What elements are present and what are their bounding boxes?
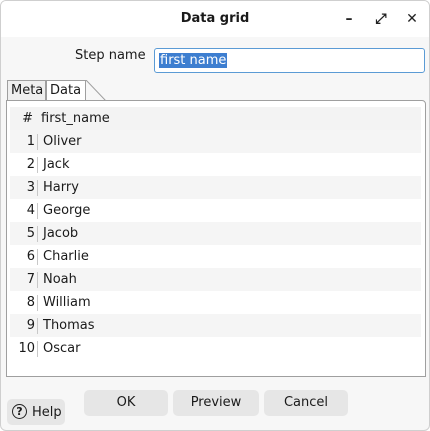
row-number: 2 [26, 157, 35, 172]
tab-meta[interactable]: Meta [7, 80, 46, 101]
table-row[interactable]: 3 Harry [10, 176, 421, 199]
table-row[interactable]: 8 William [10, 291, 421, 314]
close-icon[interactable]: ✕ [402, 9, 422, 29]
row-separator [37, 295, 38, 311]
data-grid: # first_name 1 Oliver 2 Jack 3 Harry 4 G… [10, 107, 421, 360]
row-separator [37, 272, 38, 288]
row-separator [37, 318, 38, 334]
cell-first-name[interactable]: George [43, 203, 90, 218]
row-number: 9 [26, 318, 35, 333]
row-separator [37, 203, 38, 219]
table-row[interactable]: 7 Noah [10, 268, 421, 291]
cell-first-name[interactable]: William [43, 295, 91, 310]
table-row[interactable]: 2 Jack [10, 153, 421, 176]
tab-slant-decoration [86, 80, 107, 101]
row-number: 1 [26, 134, 35, 149]
grid-header-row: # first_name [10, 107, 421, 130]
title-bar[interactable]: Data grid – ⤢ ✕ [1, 1, 429, 37]
ok-button[interactable]: OK [84, 390, 168, 416]
row-number: 5 [26, 226, 35, 241]
help-button-label: Help [32, 405, 62, 420]
table-row[interactable]: 9 Thomas [10, 314, 421, 337]
row-separator [37, 134, 38, 150]
step-name-value: first name [159, 53, 228, 68]
row-separator [37, 341, 38, 357]
grid-header-first-name[interactable]: first_name [41, 111, 110, 126]
tab-data[interactable]: Data [46, 80, 86, 101]
cell-first-name[interactable]: Jack [43, 157, 69, 172]
preview-button[interactable]: Preview [173, 390, 259, 416]
table-row[interactable]: 6 Charlie [10, 245, 421, 268]
cell-first-name[interactable]: Charlie [43, 249, 89, 264]
row-number: 7 [26, 272, 35, 287]
window-title: Data grid [180, 11, 250, 26]
cancel-button[interactable]: Cancel [264, 390, 348, 416]
row-number: 6 [26, 249, 35, 264]
minimize-icon[interactable]: – [339, 9, 359, 29]
cell-first-name[interactable]: Oscar [43, 341, 80, 356]
question-circle-icon: ? [12, 404, 27, 419]
row-number: 8 [26, 295, 35, 310]
cell-first-name[interactable]: Harry [43, 180, 79, 195]
cell-first-name[interactable]: Noah [43, 272, 77, 287]
table-row[interactable]: 10 Oscar [10, 337, 421, 360]
row-number: 10 [18, 341, 35, 356]
maximize-icon[interactable]: ⤢ [371, 9, 391, 29]
cell-first-name[interactable]: Jacob [43, 226, 78, 241]
cell-first-name[interactable]: Oliver [43, 134, 82, 149]
row-separator [37, 180, 38, 196]
table-row[interactable]: 1 Oliver [10, 130, 421, 153]
step-name-input[interactable]: first name [154, 48, 425, 73]
row-separator [37, 249, 38, 265]
help-button[interactable]: ? Help [7, 399, 65, 425]
row-separator [37, 157, 38, 173]
row-separator [37, 226, 38, 242]
grid-header-rownum[interactable]: # [10, 111, 33, 126]
cell-first-name[interactable]: Thomas [43, 318, 95, 333]
table-row[interactable]: 4 George [10, 199, 421, 222]
step-name-label: Step name [75, 48, 146, 63]
row-number: 3 [26, 180, 35, 195]
data-grid-dialog: Data grid – ⤢ ✕ Step name first name Met… [0, 0, 430, 431]
table-row[interactable]: 5 Jacob [10, 222, 421, 245]
row-number: 4 [26, 203, 35, 218]
